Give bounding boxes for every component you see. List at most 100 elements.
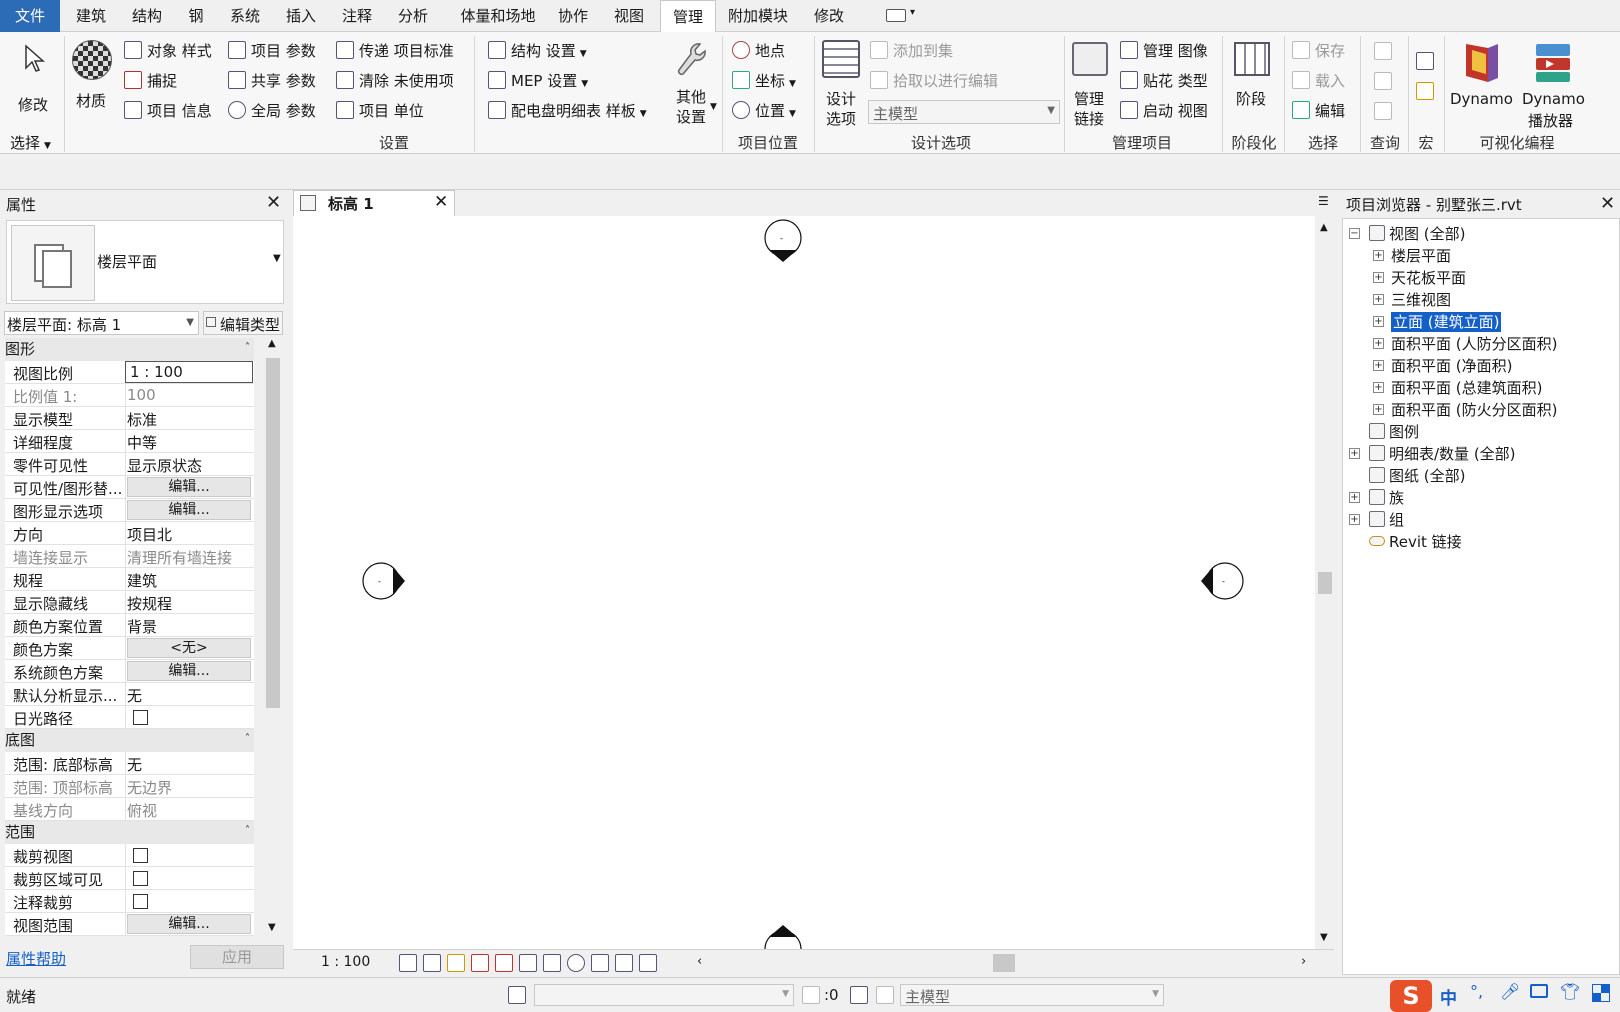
tab-modify[interactable]: 修改 [804,0,854,32]
tab-view[interactable]: 视图 [604,0,654,32]
tab-structure[interactable]: 结构 [122,0,172,32]
property-edit-button[interactable]: <无> [127,638,251,658]
property-value[interactable]: 无 [127,754,252,775]
tab-systems[interactable]: 系统 [220,0,270,32]
design-options-status-icon[interactable] [850,986,868,1004]
dynamo-button[interactable]: Dynamo [1450,38,1516,128]
unlock-3d-icon[interactable] [543,954,561,972]
expand-icon[interactable]: + [1373,316,1384,327]
scroll-down-icon[interactable]: ▼ [268,922,276,933]
view-tab[interactable]: 标高 1 ✕ [293,190,455,216]
collapse-caret-icon[interactable]: ˄ [245,819,250,842]
elevation-marker-west[interactable]: - [361,561,411,601]
tree-node[interactable]: 组 [1389,510,1404,530]
tree-node[interactable]: 三维视图 [1391,290,1451,310]
edit-selection-button[interactable]: 编辑 [1292,100,1345,121]
elevation-marker-east[interactable]: - [1195,561,1245,601]
property-value-input[interactable]: 1 : 100 [125,361,253,383]
warnings-icon[interactable] [1374,102,1392,120]
starting-view-button[interactable]: 启动 视图 [1120,100,1208,121]
tab-annotate[interactable]: 注释 [332,0,382,32]
tree-node[interactable]: 立面 (建筑立面) [1391,312,1502,332]
tree-node[interactable]: 图例 [1389,422,1419,442]
decal-types-button[interactable]: 贴花 类型 [1120,70,1208,91]
expand-icon[interactable]: + [1373,382,1384,393]
object-styles-button[interactable]: 对象 样式 [124,40,212,61]
tree-node[interactable]: 天花板平面 [1391,268,1466,288]
property-edit-button[interactable]: 编辑... [127,500,251,520]
purge-unused-button[interactable]: 清除 未使用项 [336,70,454,91]
property-value[interactable]: 建筑 [127,570,252,591]
collapse-icon[interactable]: − [1349,228,1360,239]
property-checkbox[interactable] [133,871,148,886]
collapse-caret-icon[interactable]: ˄ [245,336,250,359]
property-section-header[interactable]: 图形 ˄ [5,338,254,361]
property-value[interactable]: 背景 [127,616,252,637]
property-section-header[interactable]: 范围 ˄ [5,821,254,844]
tree-node[interactable]: 面积平面 (净面积) [1391,356,1512,376]
type-selector[interactable]: 楼层平面 ▼ [6,220,284,304]
workset-select[interactable]: ▼ [534,984,794,1006]
scroll-up-icon[interactable]: ▲ [268,338,276,349]
property-checkbox[interactable] [133,894,148,909]
dynamo-player-button[interactable]: Dynamo 播放器 [1518,38,1588,130]
phases-button[interactable]: 阶段 [1230,38,1274,128]
expand-icon[interactable]: + [1373,250,1384,261]
add-to-set-button[interactable]: 添加到集 [870,40,953,61]
ime-language[interactable]: 中 [1440,984,1457,1009]
keyboard-icon[interactable] [1530,984,1548,998]
scroll-left-icon[interactable]: ‹ [697,954,702,969]
project-info-button[interactable]: 项目 信息 [124,100,212,121]
sun-path-icon[interactable] [447,954,465,972]
toolbox-grid-icon[interactable] [1592,984,1610,1002]
property-value[interactable]: 项目北 [127,524,252,545]
tab-steel[interactable]: 钢 [178,0,214,32]
expand-icon[interactable]: + [1373,272,1384,283]
main-model-select[interactable]: 主模型 ▼ [868,100,1060,124]
expand-icon[interactable]: + [1373,360,1384,371]
tree-node[interactable]: 面积平面 (总建筑面积) [1391,378,1542,398]
tab-addins[interactable]: 附加模块 [722,0,794,32]
elevation-marker-south[interactable] [763,919,803,949]
property-edit-button[interactable]: 编辑... [127,477,251,497]
expand-icon[interactable]: + [1373,338,1384,349]
tree-node[interactable]: Revit 链接 [1389,532,1462,552]
horizontal-scroll-thumb[interactable] [993,954,1015,972]
expand-icon[interactable]: + [1349,514,1360,525]
property-value[interactable]: 按规程 [127,593,252,614]
reveal-hidden-icon[interactable] [591,954,609,972]
panel-schedule-templates-button[interactable]: 配电盘明细表 样板 ▼ [488,100,647,121]
tab-list-menu-icon[interactable]: ☰ [1318,194,1329,208]
temp-hide-icon[interactable] [567,954,585,972]
expand-icon[interactable]: + [1373,294,1384,305]
sogou-ime-logo-icon[interactable]: S [1390,980,1432,1012]
instance-filter-select[interactable]: 楼层平面: 标高 1 ▼ [4,311,199,335]
tab-insert[interactable]: 插入 [276,0,326,32]
drawing-canvas[interactable]: - - - [293,216,1315,949]
project-parameters-button[interactable]: 项目 参数 [228,40,316,61]
macro-security-icon[interactable] [1416,82,1434,100]
tree-node[interactable]: 族 [1389,488,1404,508]
canvas-vertical-scrollbar[interactable]: ▲ ▼ [1316,216,1334,949]
close-icon[interactable]: ✕ [266,192,281,213]
additional-settings-button[interactable]: 其他 设置 ▼ [668,38,717,128]
structural-settings-button[interactable]: 结构 设置 ▼ [488,40,587,61]
property-checkbox[interactable] [133,710,148,725]
property-value[interactable]: 标准 [127,409,252,430]
save-selection-button[interactable]: 保存 [1292,40,1345,61]
edit-type-button[interactable]: 编辑类型 [203,311,283,335]
scroll-thumb[interactable] [1318,572,1332,594]
worksets-icon[interactable] [508,986,526,1004]
collapse-caret-icon[interactable]: ˄ [245,727,250,750]
position-button[interactable]: 位置 ▼ [732,100,796,121]
select-by-id-icon[interactable] [1374,72,1392,90]
tab-analyze[interactable]: 分析 [388,0,438,32]
tree-node[interactable]: 楼层平面 [1391,246,1451,266]
property-edit-button[interactable]: 编辑... [127,661,251,681]
visual-style-icon[interactable] [423,954,441,972]
crop-view-icon[interactable] [495,954,513,972]
mep-settings-button[interactable]: MEP 设置 ▼ [488,70,588,91]
pick-to-edit-button[interactable]: 拾取以进行编辑 [870,70,998,91]
filter-icon[interactable] [802,986,820,1004]
tab-file[interactable]: 文件 [0,0,60,32]
